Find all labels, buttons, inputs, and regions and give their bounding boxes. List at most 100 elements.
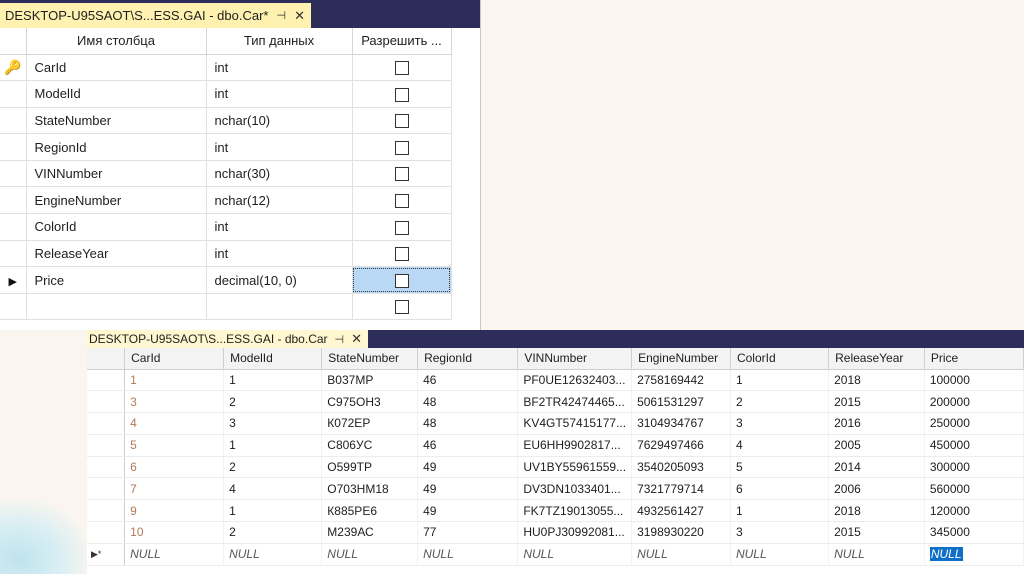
cell-price[interactable]: 300000 bbox=[924, 456, 1024, 479]
allow-nulls-checkbox[interactable] bbox=[394, 167, 409, 182]
column-name-header[interactable]: Имя столбца bbox=[26, 28, 207, 55]
column-definition-row[interactable]: ColorId int bbox=[0, 213, 452, 241]
row-selector[interactable] bbox=[87, 456, 126, 479]
data-type-cell[interactable]: nchar(30) bbox=[206, 160, 353, 188]
close-icon[interactable]: ✕ bbox=[294, 8, 305, 24]
allow-nulls-checkbox[interactable] bbox=[394, 220, 409, 235]
cell-releaseyear[interactable]: 2015 bbox=[828, 390, 925, 414]
allow-nulls-checkbox[interactable] bbox=[394, 114, 409, 129]
table-row[interactable]: 7 4 О703НМ18 49 DV3DN1033401... 7321779714 6 20… bbox=[87, 477, 1024, 501]
cell-releaseyear[interactable]: 2005 bbox=[828, 434, 925, 457]
table-row[interactable]: 6 2 О599ТР 49 UV1BY55961559... 3540205093 5 201… bbox=[87, 456, 1024, 479]
allow-nulls-checkbox[interactable] bbox=[394, 194, 409, 209]
column-definition-row[interactable]: ModelId int bbox=[0, 80, 452, 108]
results-tab-title[interactable]: DESKTOP-U95SAOT\S...ESS.GAI - dbo.Car bbox=[89, 332, 328, 346]
column-definition-row[interactable] bbox=[0, 293, 452, 321]
column-name-cell[interactable]: RegionId bbox=[26, 133, 207, 161]
row-selector[interactable]: ▶ bbox=[0, 266, 27, 294]
allow-nulls-cell[interactable] bbox=[352, 266, 452, 294]
new-row[interactable]: ▶* NULL NULL NULL NULL NULL NULL NULL NULL NULL bbox=[87, 543, 1024, 566]
column-header-enginenumber[interactable]: EngineNumber bbox=[631, 348, 731, 370]
cell-colorid[interactable]: NULL bbox=[730, 543, 830, 566]
row-selector[interactable] bbox=[0, 133, 27, 161]
cell-statenumber[interactable]: К072ЕР bbox=[321, 412, 419, 435]
allow-nulls-checkbox[interactable] bbox=[394, 61, 409, 76]
cell-enginenumber[interactable]: 3198930220 bbox=[631, 521, 731, 544]
cell-carid[interactable]: 7 bbox=[124, 477, 225, 501]
cell-carid[interactable]: 9 bbox=[124, 499, 225, 523]
cell-modelid[interactable]: 2 bbox=[223, 521, 323, 544]
cell-price[interactable]: 100000 bbox=[924, 369, 1024, 392]
cell-statenumber[interactable]: М239АС bbox=[321, 521, 419, 544]
row-selector[interactable]: 🔑 bbox=[0, 54, 27, 82]
row-selector[interactable] bbox=[87, 477, 126, 501]
column-definition-row[interactable]: ▶ Price decimal(10, 0) bbox=[0, 266, 452, 294]
cell-colorid[interactable]: 3 bbox=[730, 412, 830, 435]
allow-nulls-cell[interactable] bbox=[352, 54, 452, 82]
data-type-cell[interactable]: nchar(12) bbox=[206, 186, 353, 215]
cell-enginenumber[interactable]: NULL bbox=[631, 543, 731, 566]
cell-statenumber[interactable]: О599ТР bbox=[321, 456, 419, 479]
data-type-cell[interactable]: int bbox=[206, 133, 353, 161]
cell-releaseyear[interactable]: 2018 bbox=[828, 499, 925, 523]
cell-vinnumber[interactable]: DV3DN1033401... bbox=[517, 477, 633, 501]
cell-enginenumber[interactable]: 7321779714 bbox=[631, 477, 731, 501]
cell-carid[interactable]: 1 bbox=[124, 369, 225, 392]
cell-enginenumber[interactable]: 2758169442 bbox=[631, 369, 731, 392]
data-type-cell[interactable]: int bbox=[206, 213, 353, 241]
cell-price[interactable]: 200000 bbox=[924, 390, 1024, 414]
data-type-cell[interactable] bbox=[206, 293, 353, 321]
cell-carid[interactable]: 6 bbox=[124, 456, 225, 479]
row-selector[interactable] bbox=[0, 240, 27, 268]
cell-vinnumber[interactable]: UV1BY55961559... bbox=[517, 456, 633, 479]
row-selector[interactable] bbox=[0, 293, 27, 321]
table-row[interactable]: 9 1 К885РЕ6 49 FK7TZ19013055... 4932561427 1 20… bbox=[87, 499, 1024, 523]
cell-regionid[interactable]: 49 bbox=[417, 499, 519, 523]
allow-nulls-cell[interactable] bbox=[352, 186, 452, 215]
null-value[interactable]: NULL bbox=[929, 547, 963, 562]
row-selector[interactable] bbox=[0, 213, 27, 241]
cell-statenumber[interactable]: О703НМ18 bbox=[321, 477, 419, 501]
cell-regionid[interactable]: 49 bbox=[417, 477, 519, 501]
row-selector[interactable] bbox=[87, 412, 126, 435]
row-selector[interactable] bbox=[87, 434, 126, 457]
cell-regionid[interactable]: 48 bbox=[417, 390, 519, 414]
cell-regionid[interactable]: 48 bbox=[417, 412, 519, 435]
cell-modelid[interactable]: NULL bbox=[223, 543, 323, 566]
cell-colorid[interactable]: 4 bbox=[730, 434, 830, 457]
cell-carid[interactable]: 4 bbox=[124, 412, 225, 435]
cell-price[interactable]: 450000 bbox=[924, 434, 1024, 457]
designer-document-tab[interactable]: DESKTOP-U95SAOT\S...ESS.GAI - dbo.Car* ⊣… bbox=[0, 3, 311, 28]
column-name-cell[interactable]: EngineNumber bbox=[26, 186, 207, 215]
cell-modelid[interactable]: 1 bbox=[223, 369, 323, 392]
column-header-carid[interactable]: CarId bbox=[124, 348, 225, 370]
column-header-regionid[interactable]: RegionId bbox=[417, 348, 519, 370]
cell-modelid[interactable]: 3 bbox=[223, 412, 323, 435]
cell-vinnumber[interactable]: BF2TR42474465... bbox=[517, 390, 633, 414]
allow-nulls-cell[interactable] bbox=[352, 107, 452, 135]
allow-nulls-cell[interactable] bbox=[352, 213, 452, 241]
data-type-cell[interactable]: int bbox=[206, 240, 353, 268]
cell-regionid[interactable]: 46 bbox=[417, 434, 519, 457]
column-header-releaseyear[interactable]: ReleaseYear bbox=[828, 348, 925, 370]
cell-statenumber[interactable]: NULL bbox=[321, 543, 419, 566]
row-selector[interactable] bbox=[87, 499, 126, 523]
cell-vinnumber[interactable]: NULL bbox=[517, 543, 633, 566]
cell-vinnumber[interactable]: KV4GT57415177... bbox=[517, 412, 633, 435]
cell-statenumber[interactable]: В037МР bbox=[321, 369, 419, 392]
cell-carid[interactable]: 5 bbox=[124, 434, 225, 457]
column-name-cell[interactable] bbox=[26, 293, 207, 321]
column-header-statenumber[interactable]: StateNumber bbox=[321, 348, 419, 370]
cell-statenumber[interactable]: С806УС bbox=[321, 434, 419, 457]
cell-statenumber[interactable]: С975ОН3 bbox=[321, 390, 419, 414]
cell-releaseyear[interactable]: NULL bbox=[828, 543, 925, 566]
cell-releaseyear[interactable]: 2014 bbox=[828, 456, 925, 479]
cell-enginenumber[interactable]: 3540205093 bbox=[631, 456, 731, 479]
allow-nulls-checkbox[interactable] bbox=[394, 140, 409, 155]
cell-regionid[interactable]: 46 bbox=[417, 369, 519, 392]
cell-colorid[interactable]: 2 bbox=[730, 390, 830, 414]
allow-nulls-checkbox[interactable] bbox=[394, 300, 409, 315]
column-definition-row[interactable]: RegionId int bbox=[0, 133, 452, 161]
allow-nulls-cell[interactable] bbox=[352, 133, 452, 161]
table-row[interactable]: 5 1 С806УС 46 EU6HH9902817... 7629497466 4 2005… bbox=[87, 434, 1024, 457]
